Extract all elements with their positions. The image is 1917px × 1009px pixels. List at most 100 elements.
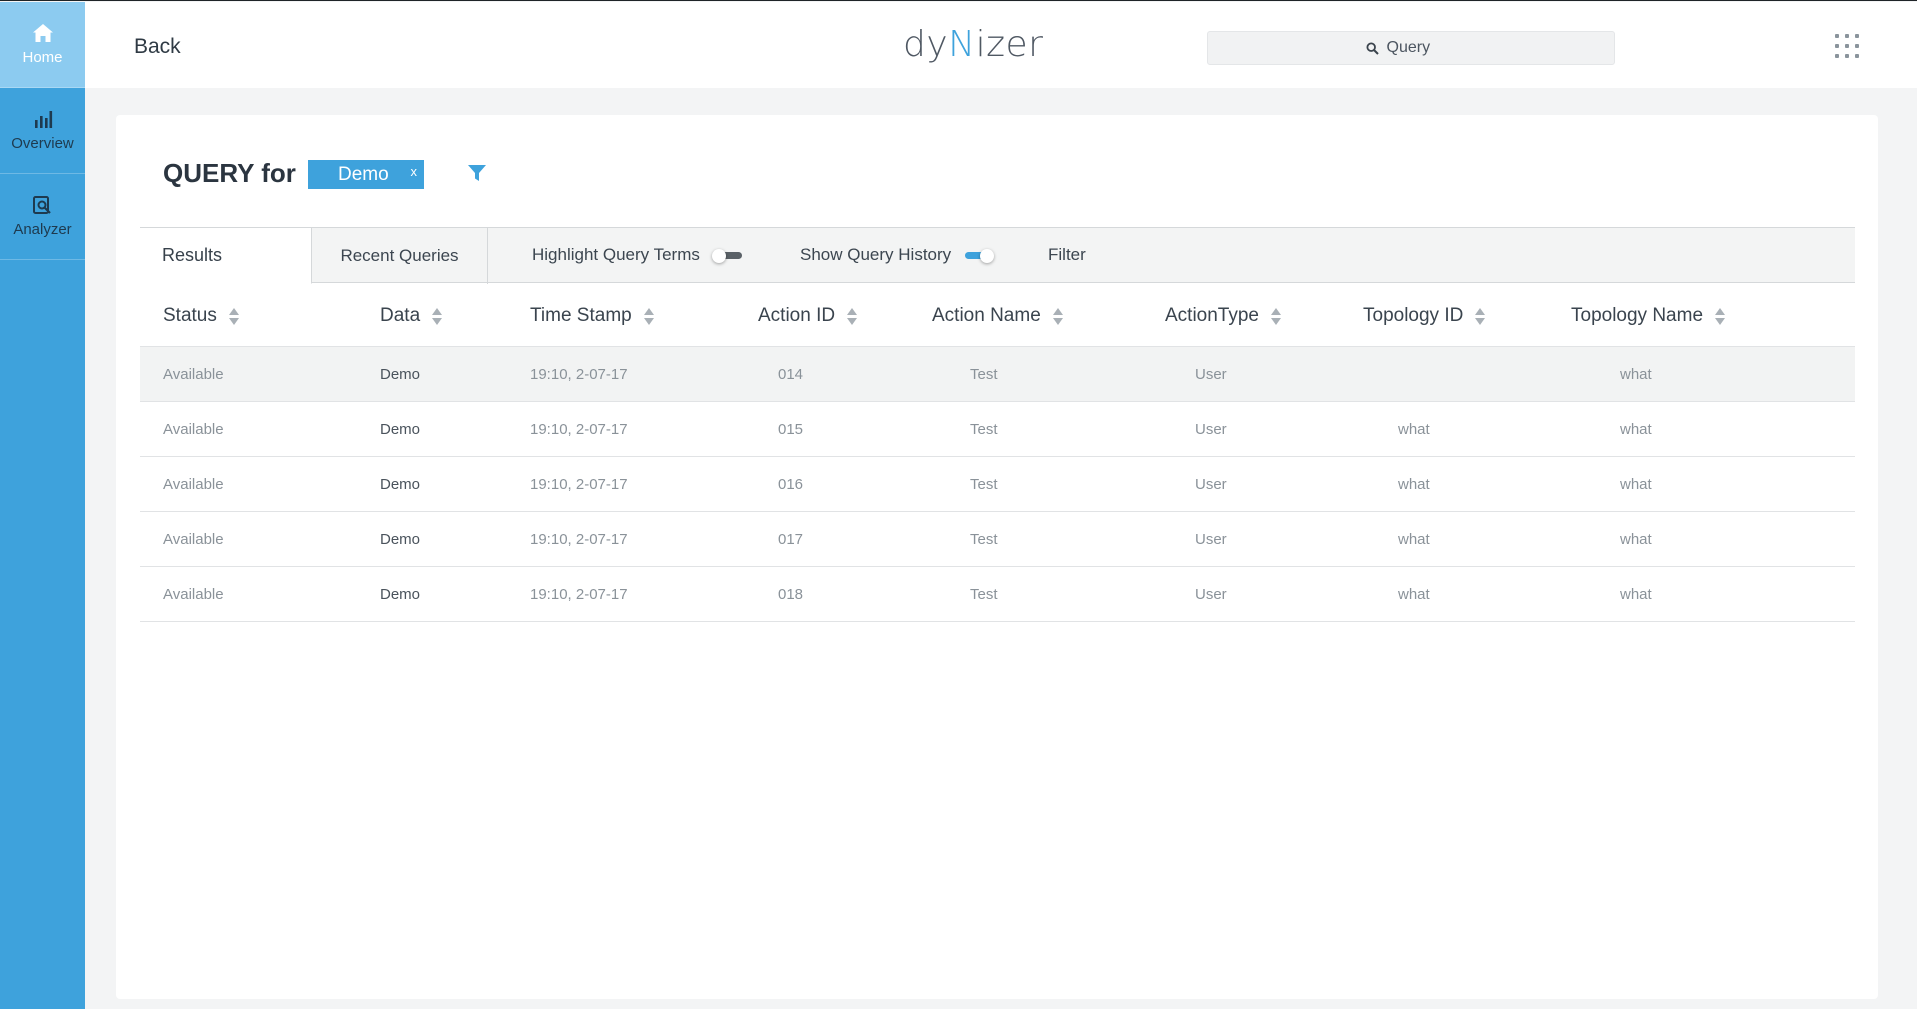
sort-icon <box>228 307 239 325</box>
highlight-toggle[interactable] <box>711 249 742 263</box>
filter-link[interactable]: Filter <box>1048 228 1086 282</box>
tab-bar: Results Recent Queries Highlight Query T… <box>140 227 1855 284</box>
cell-timestamp: 19:10, 2-07-17 <box>530 420 628 438</box>
cell-data: Demo <box>380 365 421 383</box>
column-header-action-type[interactable]: ActionType <box>1165 285 1281 347</box>
cell-action-name: Test <box>970 585 998 603</box>
sidebar-item-label: Analyzer <box>13 221 72 238</box>
apps-grid-icon[interactable] <box>1835 34 1859 58</box>
sidebar-item-home[interactable]: Home <box>0 2 85 88</box>
page-title: QUERY for <box>163 158 296 188</box>
cell-action-type: User <box>1195 420 1227 438</box>
cell-topology-id: what <box>1398 475 1430 493</box>
cell-topology-id: what <box>1398 585 1430 603</box>
cell-action-id: 015 <box>778 420 804 438</box>
bar-chart-icon <box>34 111 52 128</box>
sort-icon <box>432 307 443 325</box>
sidebar-item-overview[interactable]: Overview <box>0 88 85 174</box>
sort-icon <box>643 307 654 325</box>
table-row[interactable]: Available Demo 19:10, 2-07-17 016 Test U… <box>140 457 1855 512</box>
search-input[interactable] <box>1386 39 1457 57</box>
table-header: Status Data Time Stamp Action ID Action … <box>140 285 1855 347</box>
column-header-topology-name[interactable]: Topology Name <box>1571 285 1726 347</box>
chip-label: Demo <box>338 163 389 185</box>
column-header-topology-id[interactable]: Topology ID <box>1363 285 1486 347</box>
highlight-label: Highlight Query Terms <box>532 245 700 264</box>
logo-part: dy <box>903 24 949 65</box>
analyzer-icon <box>32 196 51 214</box>
cell-timestamp: 19:10, 2-07-17 <box>530 585 628 603</box>
cell-action-name: Test <box>970 530 998 548</box>
filter-icon[interactable] <box>467 163 487 183</box>
home-icon <box>32 24 53 42</box>
column-label: Data <box>380 305 421 326</box>
column-label: Topology ID <box>1363 305 1464 326</box>
column-header-data[interactable]: Data <box>380 285 443 347</box>
table-row[interactable]: Available Demo 19:10, 2-07-17 017 Test U… <box>140 512 1855 567</box>
search-icon <box>1365 41 1379 55</box>
history-option: Show Query History <box>800 228 995 282</box>
cell-data: Demo <box>380 530 421 548</box>
cell-status: Available <box>163 420 224 438</box>
cell-status: Available <box>163 530 224 548</box>
column-label: Status <box>163 305 217 326</box>
table-row[interactable]: Available Demo 19:10, 2-07-17 015 Test U… <box>140 402 1855 457</box>
cell-action-type: User <box>1195 530 1227 548</box>
sort-icon <box>847 307 858 325</box>
query-card: QUERY for Demo x Results Recent Queries … <box>116 115 1878 999</box>
sort-icon <box>1271 307 1281 325</box>
cell-topology-id: what <box>1398 420 1430 438</box>
chip-close-button[interactable]: x <box>411 164 418 179</box>
column-label: Topology Name <box>1571 305 1704 326</box>
cell-status: Available <box>163 365 224 383</box>
cell-topology-name: what <box>1620 420 1652 438</box>
sidebar-item-label: Home <box>22 49 63 66</box>
sort-icon <box>1715 307 1726 325</box>
tab-recent-queries[interactable]: Recent Queries <box>312 227 488 284</box>
cell-data: Demo <box>380 585 421 603</box>
cell-topology-name: what <box>1620 365 1652 383</box>
history-label: Show Query History <box>800 245 952 264</box>
column-header-action-id[interactable]: Action ID <box>758 285 858 347</box>
back-link[interactable]: Back <box>134 35 181 59</box>
history-toggle[interactable] <box>965 249 995 263</box>
search-bar[interactable] <box>1207 31 1615 65</box>
query-chip[interactable]: Demo x <box>308 160 424 189</box>
column-label: Time Stamp <box>530 305 632 326</box>
column-label: Action ID <box>758 305 836 326</box>
top-header: Back dyNizer <box>85 2 1917 88</box>
column-header-timestamp[interactable]: Time Stamp <box>530 285 654 347</box>
cell-action-type: User <box>1195 365 1227 383</box>
sidebar-item-analyzer[interactable]: Analyzer <box>0 174 85 260</box>
logo-part-accent: N <box>948 24 976 65</box>
cell-status: Available <box>163 585 224 603</box>
sidebar: Home Overview Analyzer <box>0 2 85 1009</box>
highlight-option: Highlight Query Terms <box>532 228 742 282</box>
cell-action-id: 014 <box>778 365 804 383</box>
cell-action-id: 016 <box>778 475 804 493</box>
sort-icon <box>1475 307 1486 325</box>
sort-icon <box>1052 307 1063 325</box>
table-row[interactable]: Available Demo 19:10, 2-07-17 018 Test U… <box>140 567 1855 622</box>
column-label: ActionType <box>1165 305 1259 326</box>
app-logo: dyNizer <box>903 24 1043 65</box>
table-row[interactable]: Available Demo 19:10, 2-07-17 014 Test U… <box>140 347 1855 402</box>
cell-action-name: Test <box>970 365 998 383</box>
cell-topology-name: what <box>1620 585 1652 603</box>
app-window: Home Overview Analyzer Back dyNizer Quer… <box>0 0 1917 1009</box>
logo-part: izer <box>975 24 1044 65</box>
cell-status: Available <box>163 475 224 493</box>
cell-action-type: User <box>1195 585 1227 603</box>
cell-action-name: Test <box>970 475 998 493</box>
cell-topology-name: what <box>1620 475 1652 493</box>
column-header-status[interactable]: Status <box>163 285 239 347</box>
cell-timestamp: 19:10, 2-07-17 <box>530 365 628 383</box>
cell-action-type: User <box>1195 475 1227 493</box>
cell-action-id: 017 <box>778 530 804 548</box>
cell-topology-name: what <box>1620 530 1652 548</box>
cell-data: Demo <box>380 420 421 438</box>
tab-results[interactable]: Results <box>140 227 312 284</box>
column-label: Action Name <box>932 305 1041 326</box>
cell-timestamp: 19:10, 2-07-17 <box>530 475 628 493</box>
column-header-action-name[interactable]: Action Name <box>932 285 1063 347</box>
